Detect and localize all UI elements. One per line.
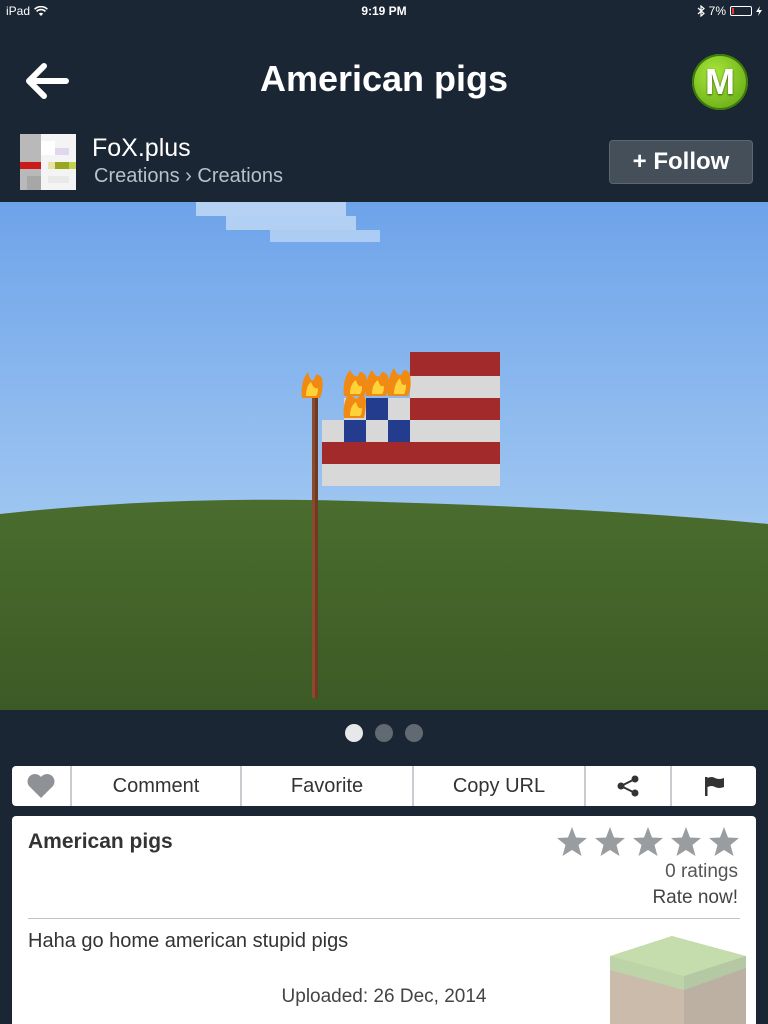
star-icon[interactable] [632, 826, 664, 858]
favorite-button[interactable]: Favorite [242, 766, 414, 806]
app-logo-icon[interactable]: M [692, 54, 748, 110]
author-name[interactable]: FoX.plus [92, 134, 191, 163]
breadcrumb[interactable]: Creations › Creations [94, 165, 283, 188]
share-button[interactable] [586, 766, 672, 806]
star-icon[interactable] [594, 826, 626, 858]
status-time: 9:19 PM [361, 4, 407, 18]
rate-now-link[interactable]: Rate now! [652, 887, 738, 909]
star-icon[interactable] [556, 826, 588, 858]
ratings-count: 0 ratings [665, 861, 738, 882]
page-dot-2[interactable] [375, 724, 393, 742]
comment-label: Comment [112, 774, 200, 797]
flag-icon [705, 777, 724, 796]
page-dot-3[interactable] [405, 724, 423, 742]
charging-icon [756, 6, 762, 16]
upload-date: Uploaded: 26 Dec, 2014 [281, 986, 487, 1007]
grass-block-icon [610, 936, 746, 1024]
share-icon [617, 775, 639, 797]
copy-url-label: Copy URL [452, 774, 546, 797]
details-card: American pigs 0 ratings Rate now! Haha g… [12, 816, 756, 1024]
copy-url-button[interactable]: Copy URL [414, 766, 586, 806]
like-button[interactable] [12, 766, 72, 806]
divider [28, 918, 740, 919]
creation-title: American pigs [28, 830, 173, 853]
bluetooth-icon [697, 5, 705, 17]
heart-icon [27, 774, 55, 798]
page-title: American pigs [259, 58, 509, 99]
star-icon[interactable] [670, 826, 702, 858]
avatar[interactable] [20, 134, 76, 190]
follow-button[interactable]: + Follow [609, 140, 753, 184]
creation-description: Haha go home american stupid pigs [28, 930, 349, 952]
battery-percent: 7% [708, 4, 726, 18]
report-button[interactable] [672, 766, 756, 806]
follow-label: + Follow [632, 148, 730, 175]
star-rating [556, 826, 740, 858]
action-bar: Comment Favorite Copy URL [12, 766, 756, 806]
battery-icon [730, 6, 752, 16]
creation-image[interactable] [0, 202, 768, 710]
gallery-pagination [0, 712, 768, 754]
page-dot-1[interactable] [345, 724, 363, 742]
comment-button[interactable]: Comment [72, 766, 242, 806]
favorite-label: Favorite [290, 774, 364, 797]
status-bar: iPad 9:19 PM 7% [0, 0, 768, 22]
author-row: FoX.plus Creations › Creations + Follow [0, 132, 768, 202]
star-icon[interactable] [708, 826, 740, 858]
app-header: American pigs M [0, 22, 768, 132]
